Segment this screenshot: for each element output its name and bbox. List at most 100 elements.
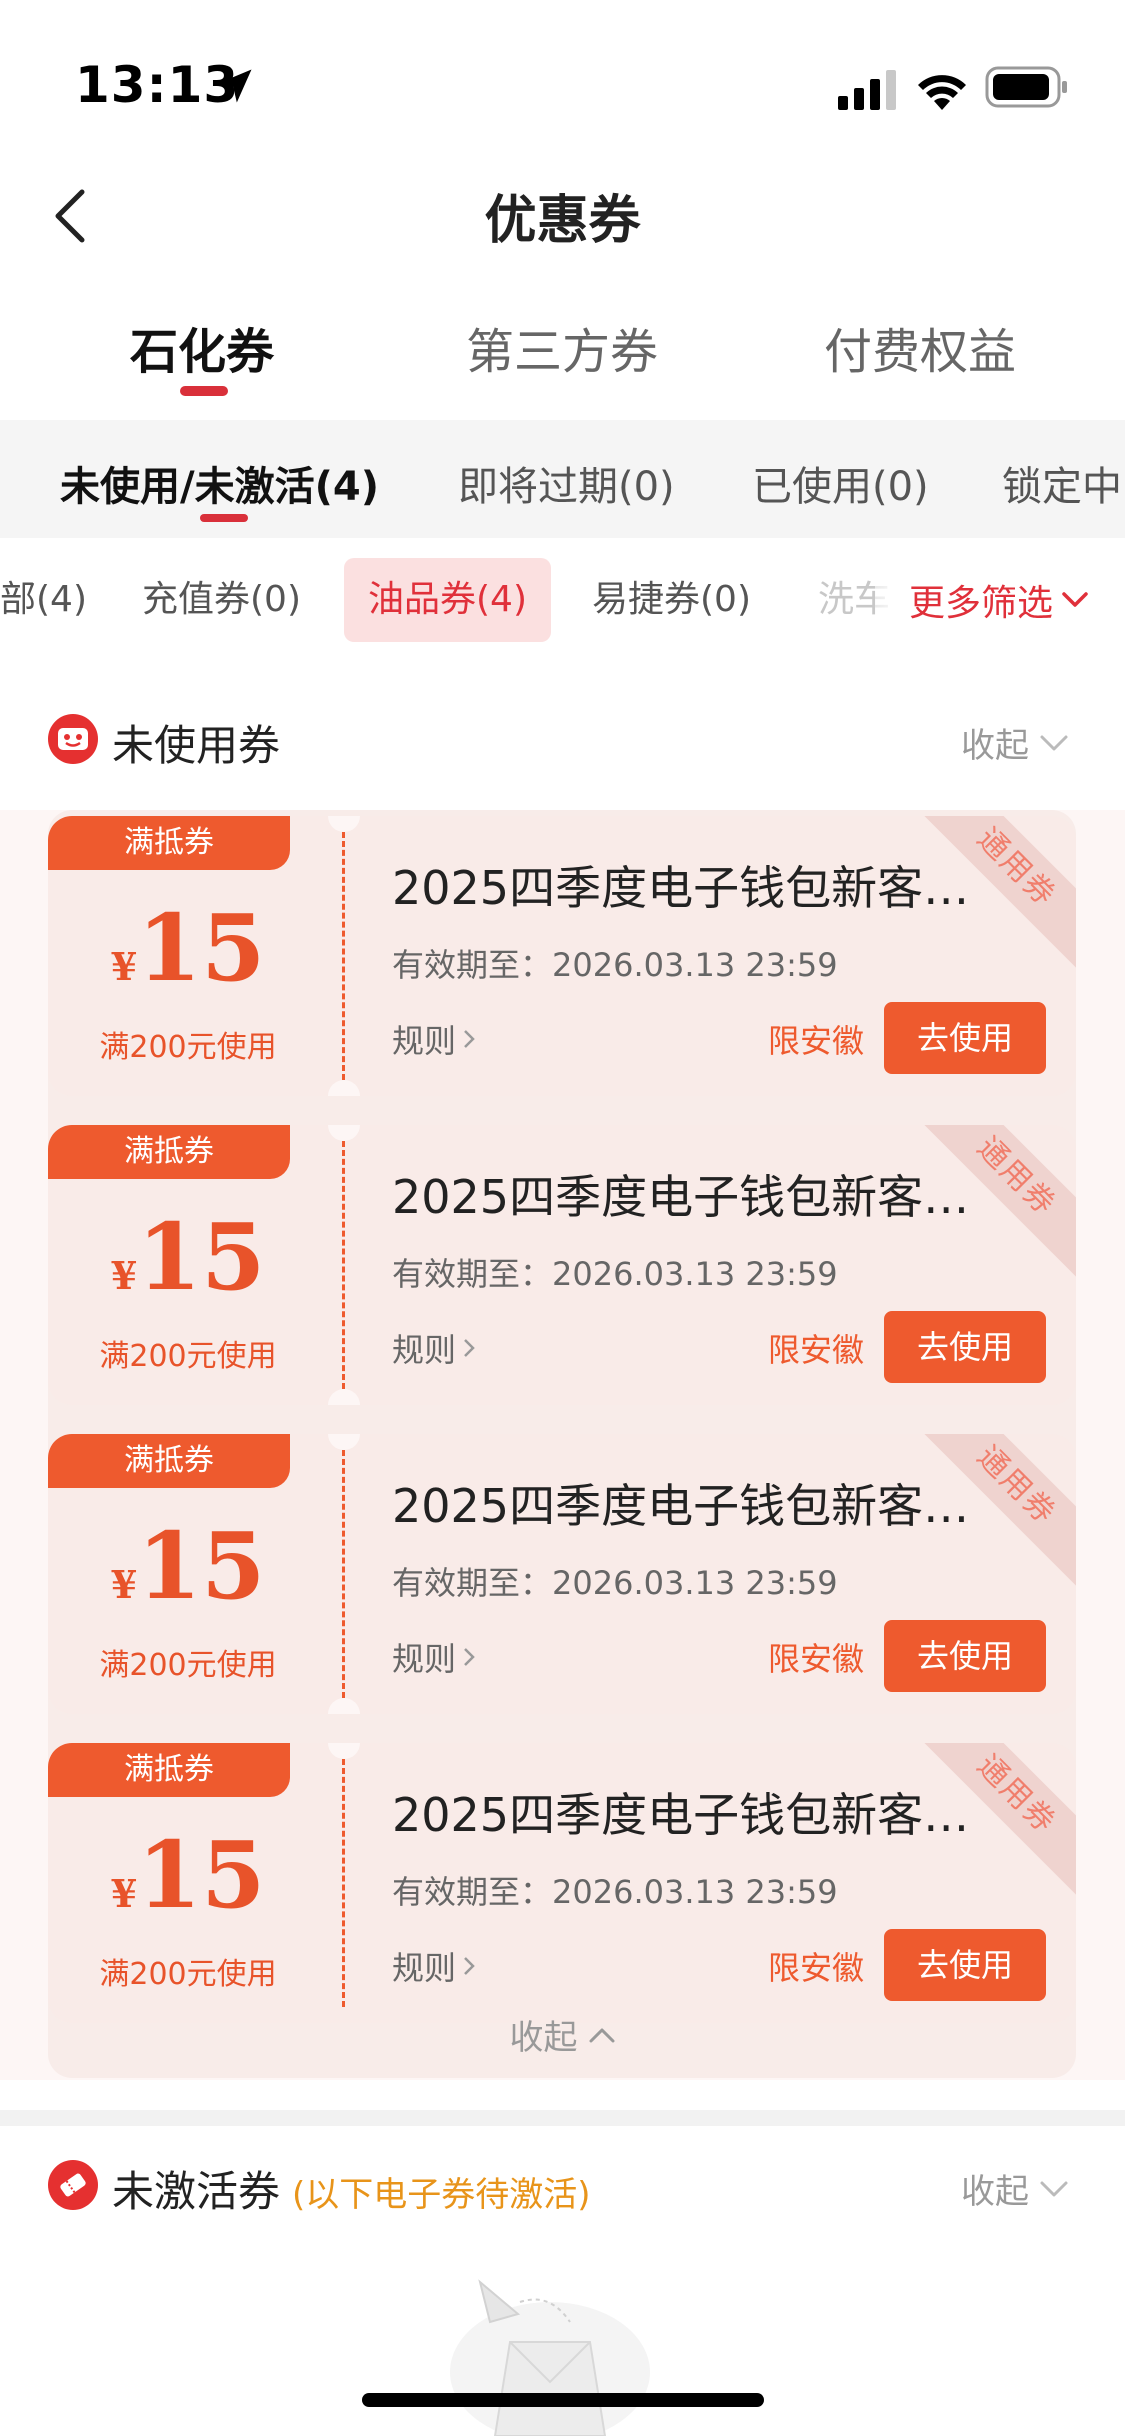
inactive-section-header: 未激活券 (以下电子券待激活) 收起 xyxy=(0,2126,1125,2246)
cellular-signal-icon xyxy=(838,70,896,110)
use-coupon-button[interactable]: 去使用 xyxy=(884,1311,1046,1383)
type-filter-bar: 部(4) 充值券(0) 油品券(4) 易捷券(0) 洗车 更多筛选 xyxy=(0,538,1125,662)
coupon-type-tag: 满抵券 xyxy=(48,1743,290,1797)
coupon-condition: 满200元使用 xyxy=(99,1030,277,1065)
ticket-notch xyxy=(328,1389,360,1405)
coupon-title: 2025四季度电子钱包新客户首单立减 xyxy=(392,1170,1012,1224)
status-tab-expiring[interactable]: 即将过期(0) xyxy=(458,454,675,512)
location-arrow-icon xyxy=(218,69,252,103)
use-coupon-button[interactable]: 去使用 xyxy=(884,1002,1046,1074)
dashed-divider xyxy=(342,1450,345,1698)
ticket-notch xyxy=(328,1125,360,1141)
coupon-title: 2025四季度电子钱包新客户首单立减 xyxy=(392,1788,1012,1842)
rules-label: 规则 xyxy=(392,1331,457,1369)
currency-symbol: ¥ xyxy=(110,944,138,989)
coupon-rules-link[interactable]: 规则 xyxy=(392,1016,476,1062)
tab-third-party-coupons[interactable]: 第三方券 xyxy=(466,312,658,382)
coupon-rules-link[interactable]: 规则 xyxy=(392,1325,476,1371)
coupon-condition: 满200元使用 xyxy=(99,1648,277,1683)
coupon-rules-link[interactable]: 规则 xyxy=(392,1634,476,1680)
coupon-type-tag: 满抵券 xyxy=(48,1434,290,1488)
coupon-validity: 有效期至：2026.03.13 23:59 xyxy=(392,1564,838,1602)
rules-label: 规则 xyxy=(392,1949,457,1987)
home-indicator xyxy=(362,2393,764,2407)
chip-all[interactable]: 部(4) xyxy=(0,558,111,642)
wifi-icon xyxy=(918,75,966,110)
status-tab-unused[interactable]: 未使用/未激活(4) xyxy=(60,454,379,512)
coupon-value: 15 xyxy=(137,1512,266,1620)
chevron-down-icon xyxy=(1040,735,1068,750)
ticket-icon xyxy=(48,2160,98,2210)
coupon-type-tag: 满抵券 xyxy=(48,1125,290,1179)
coupon-rules-link[interactable]: 规则 xyxy=(392,1943,476,1989)
coupon-value: 15 xyxy=(137,894,266,1002)
chevron-up-icon xyxy=(589,2028,614,2042)
chip-recharge[interactable]: 充值券(0) xyxy=(118,558,325,642)
coupon-amount: ¥15 xyxy=(48,1512,328,1620)
coupon-card[interactable]: 满抵券 ¥15 满200元使用 2025四季度电子钱包新客户首单立减 有效期至：… xyxy=(48,1125,1076,1405)
unused-section-header: 未使用券 收起 xyxy=(0,680,1125,800)
coupon-amount: ¥15 xyxy=(48,1203,328,1311)
coupon-region: 限安徽 xyxy=(768,1949,865,1987)
status-filter-bar: 未使用/未激活(4) 即将过期(0) 已使用(0) 锁定中 xyxy=(0,420,1125,538)
battery-icon xyxy=(985,66,1067,108)
tab-paid-benefits[interactable]: 付费权益 xyxy=(824,312,1016,382)
coupon-title: 2025四季度电子钱包新客户首单立减 xyxy=(392,861,1012,915)
collapse-label: 收起 xyxy=(509,2018,578,2058)
inactive-subtitle: (以下电子券待激活) xyxy=(292,2175,591,2215)
dashed-divider xyxy=(342,832,345,1080)
more-filter-button[interactable]: 更多筛选 xyxy=(875,538,1125,662)
status-tab-locked[interactable]: 锁定中 xyxy=(1002,454,1122,512)
coupon-amount: ¥15 xyxy=(48,1821,328,1929)
coupon-condition: 满200元使用 xyxy=(99,1957,277,1992)
ticket-notch xyxy=(328,1434,360,1450)
coupon-validity: 有效期至：2026.03.13 23:59 xyxy=(392,1255,838,1293)
rules-label: 规则 xyxy=(392,1640,457,1678)
coupon-amount: ¥15 xyxy=(48,894,328,1002)
empty-box-icon xyxy=(450,2279,650,2436)
chip-easy-joy[interactable]: 易捷券(0) xyxy=(568,558,775,642)
ticket-notch xyxy=(328,816,360,832)
coupon-region: 限安徽 xyxy=(768,1640,865,1678)
coupon-region: 限安徽 xyxy=(768,1022,865,1060)
inactive-title-text: 未激活券 xyxy=(112,2167,281,2216)
inactive-section-toggle[interactable]: 收起 xyxy=(961,2164,1069,2213)
unused-section-title: 未使用券 xyxy=(112,721,281,770)
active-tab-indicator xyxy=(180,386,228,396)
coupon-face-icon xyxy=(48,714,98,764)
dashed-divider xyxy=(342,1141,345,1389)
chevron-right-icon xyxy=(464,1648,475,1666)
toggle-label: 收起 xyxy=(961,2172,1029,2212)
coupon-title: 2025四季度电子钱包新客户首单立减 xyxy=(392,1479,1012,1533)
chevron-right-icon xyxy=(464,1030,475,1048)
dashed-divider xyxy=(342,1759,345,2007)
coupon-validity: 有效期至：2026.03.13 23:59 xyxy=(392,946,838,984)
currency-symbol: ¥ xyxy=(110,1871,138,1916)
coupon-region: 限安徽 xyxy=(768,1331,865,1369)
chip-fuel[interactable]: 油品券(4) xyxy=(344,558,551,642)
coupon-card[interactable]: 满抵券 ¥15 满200元使用 2025四季度电子钱包新客户首单立减 有效期至：… xyxy=(48,816,1076,1096)
status-bar: 13:13 xyxy=(0,0,1125,170)
collapse-list-button[interactable]: 收起 xyxy=(0,2010,1125,2059)
inactive-section-title: 未激活券 (以下电子券待激活) xyxy=(112,2158,591,2219)
unused-section-toggle[interactable]: 收起 xyxy=(961,718,1069,767)
coupon-value: 15 xyxy=(137,1203,266,1311)
coupon-card[interactable]: 满抵券 ¥15 满200元使用 2025四季度电子钱包新客户首单立减 有效期至：… xyxy=(48,1434,1076,1714)
use-coupon-button[interactable]: 去使用 xyxy=(884,1620,1046,1692)
coupon-type-tag: 满抵券 xyxy=(48,816,290,870)
chevron-down-icon xyxy=(1040,2181,1068,2196)
coupon-condition: 满200元使用 xyxy=(99,1339,277,1374)
tab-sinopec-coupons[interactable]: 石化券 xyxy=(130,312,274,382)
coupon-card[interactable]: 满抵券 ¥15 满200元使用 2025四季度电子钱包新客户首单立减 有效期至：… xyxy=(48,1743,1076,2023)
toggle-label: 收起 xyxy=(961,726,1029,766)
status-tab-used[interactable]: 已使用(0) xyxy=(752,454,929,512)
more-filter-label: 更多筛选 xyxy=(908,583,1053,624)
currency-symbol: ¥ xyxy=(110,1562,138,1607)
rules-label: 规则 xyxy=(392,1022,457,1060)
ticket-notch xyxy=(328,1743,360,1759)
chevron-right-icon xyxy=(464,1339,475,1357)
page-title: 优惠券 xyxy=(484,191,641,251)
status-tab-indicator xyxy=(200,514,248,522)
use-coupon-button[interactable]: 去使用 xyxy=(884,1929,1046,2001)
coupon-value: 15 xyxy=(137,1821,266,1929)
